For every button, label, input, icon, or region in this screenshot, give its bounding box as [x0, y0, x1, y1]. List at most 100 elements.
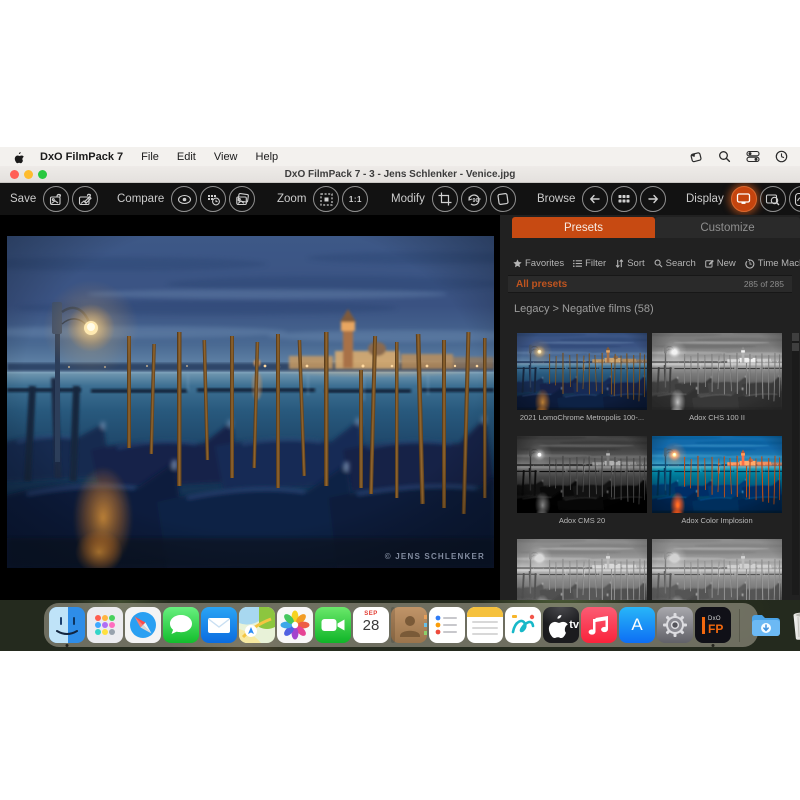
dock-notes[interactable] [467, 607, 503, 643]
dock-music[interactable] [581, 607, 617, 643]
compare-label: Compare [117, 193, 164, 205]
menu-view[interactable]: View [214, 151, 238, 163]
control-center-icon[interactable] [746, 150, 760, 163]
menu-app-name[interactable]: DxO FilmPack 7 [40, 151, 123, 163]
preset-thumbnail[interactable] [517, 436, 647, 513]
dock-app-store[interactable]: A [619, 607, 655, 643]
clock-icon[interactable] [775, 150, 788, 163]
rotate-90-button[interactable]: 90° [461, 186, 487, 212]
preset-thumbnail[interactable] [652, 333, 782, 410]
preset-item[interactable] [652, 539, 782, 600]
image-browser-button[interactable] [611, 186, 637, 212]
rotate-90-label: 90° [473, 198, 481, 204]
dock-mail[interactable] [201, 607, 237, 643]
menu-file[interactable]: File [141, 151, 159, 163]
image-viewer[interactable]: © JENS SCHLENKER [0, 215, 500, 600]
preset-item[interactable]: Adox CMS 20 [517, 436, 647, 525]
zoom-fit-button[interactable] [313, 186, 339, 212]
zoom-group: Zoom 1:1 [277, 183, 368, 215]
preset-thumbnail[interactable] [517, 333, 647, 410]
preset-section-title: Legacy > Negative films (58) [514, 303, 654, 315]
zoom-window-button[interactable] [38, 170, 47, 179]
dock-freeform[interactable] [505, 607, 541, 643]
menu-bar: DxO FilmPack 7 File Edit View Help [0, 147, 800, 166]
close-window-button[interactable] [10, 170, 19, 179]
next-image-button[interactable] [640, 186, 666, 212]
display-group: Display [686, 183, 800, 215]
notes-header [467, 607, 503, 617]
zoom-label: Zoom [277, 193, 306, 205]
preset-item[interactable]: Adox CHS 100 II [652, 333, 782, 422]
dock-safari[interactable] [125, 607, 161, 643]
search-button[interactable]: Search [654, 258, 696, 269]
time-machine-button[interactable]: Time Machine [745, 258, 800, 269]
frame-button[interactable] [490, 186, 516, 212]
display-curve-button[interactable] [789, 186, 800, 212]
tab-customize[interactable]: Customize [655, 217, 800, 238]
window-title-bar[interactable]: DxO FilmPack 7 - 3 - Jens Schlenker - Ve… [0, 166, 800, 183]
magnifier-icon [654, 259, 663, 268]
compare-group: Compare [117, 183, 255, 215]
compare-preview-button[interactable] [171, 186, 197, 212]
preset-thumbnail[interactable] [652, 436, 782, 513]
main-photo[interactable]: © JENS SCHLENKER [7, 236, 494, 568]
scroll-up-button[interactable] [792, 333, 799, 341]
dock-photos[interactable] [277, 607, 313, 643]
menu-help[interactable]: Help [256, 151, 279, 163]
presets-scrollbar[interactable] [792, 333, 799, 595]
minimize-window-button[interactable] [24, 170, 33, 179]
sort-button[interactable]: Sort [615, 258, 644, 269]
dock-calendar[interactable]: SEP 28 [353, 607, 389, 643]
dock-contacts[interactable] [391, 607, 427, 643]
dock-system-settings[interactable] [657, 607, 693, 643]
app-store-letter: A [631, 615, 642, 635]
scroll-down-button[interactable] [792, 343, 799, 351]
display-loupe-button[interactable] [760, 186, 786, 212]
preset-item[interactable]: 2021 LomoChrome Metropolis 100-... [517, 333, 647, 422]
new-preset-button[interactable]: New [705, 258, 736, 269]
filter-list-icon [573, 259, 582, 268]
dxo-logo-bar [702, 617, 705, 634]
dock-downloads[interactable] [748, 607, 784, 643]
screen-capture-icon[interactable] [689, 150, 703, 164]
dock-dxo-filmpack[interactable]: DxO FP [695, 607, 731, 643]
menu-edit[interactable]: Edit [177, 151, 196, 163]
crop-button[interactable] [432, 186, 458, 212]
previous-image-button[interactable] [582, 186, 608, 212]
zoom-100-button[interactable]: 1:1 [342, 186, 368, 212]
export-edited-button[interactable] [72, 186, 98, 212]
modify-label: Modify [391, 193, 425, 205]
browse-label: Browse [537, 193, 575, 205]
window-content: © JENS SCHLENKER Presets Customize Favor… [0, 215, 800, 600]
preset-name: Adox CMS 20 [517, 516, 647, 525]
dock-reminders[interactable] [429, 607, 465, 643]
preset-item[interactable]: Adox Color Implosion [652, 436, 782, 525]
compare-snapshot-button[interactable] [200, 186, 226, 212]
preset-thumbnail[interactable] [517, 539, 647, 600]
filter-button[interactable]: Filter [573, 258, 606, 269]
dock-trash[interactable] [786, 607, 800, 643]
calendar-day: 28 [363, 618, 380, 633]
dock-messages[interactable] [163, 607, 199, 643]
preset-actions-bar: Favorites Filter Sort Search New [513, 256, 794, 271]
dock-launchpad[interactable] [87, 607, 123, 643]
preset-thumbnail[interactable] [652, 539, 782, 600]
preset-item[interactable] [517, 539, 647, 600]
display-screen-button[interactable] [731, 186, 757, 212]
all-presets-row[interactable]: All presets 285 of 285 [508, 275, 792, 293]
compare-gallery-button[interactable] [229, 186, 255, 212]
presets-panel: Presets Customize Favorites Filter Sort [500, 215, 800, 600]
dock-apple-tv[interactable]: tv [543, 607, 579, 643]
dock-finder[interactable] [49, 607, 85, 643]
favorites-button[interactable]: Favorites [513, 258, 564, 269]
photo-watermark: © JENS SCHLENKER [385, 552, 485, 561]
tab-presets[interactable]: Presets [512, 217, 655, 238]
dock-maps[interactable] [239, 607, 275, 643]
export-image-button[interactable] [43, 186, 69, 212]
dock-facetime[interactable] [315, 607, 351, 643]
apple-menu-icon[interactable] [12, 150, 24, 164]
spotlight-icon[interactable] [718, 150, 731, 163]
dxo-running-indicator [712, 644, 715, 647]
preset-name: 2021 LomoChrome Metropolis 100-... [517, 413, 647, 422]
dock-separator [739, 609, 740, 642]
